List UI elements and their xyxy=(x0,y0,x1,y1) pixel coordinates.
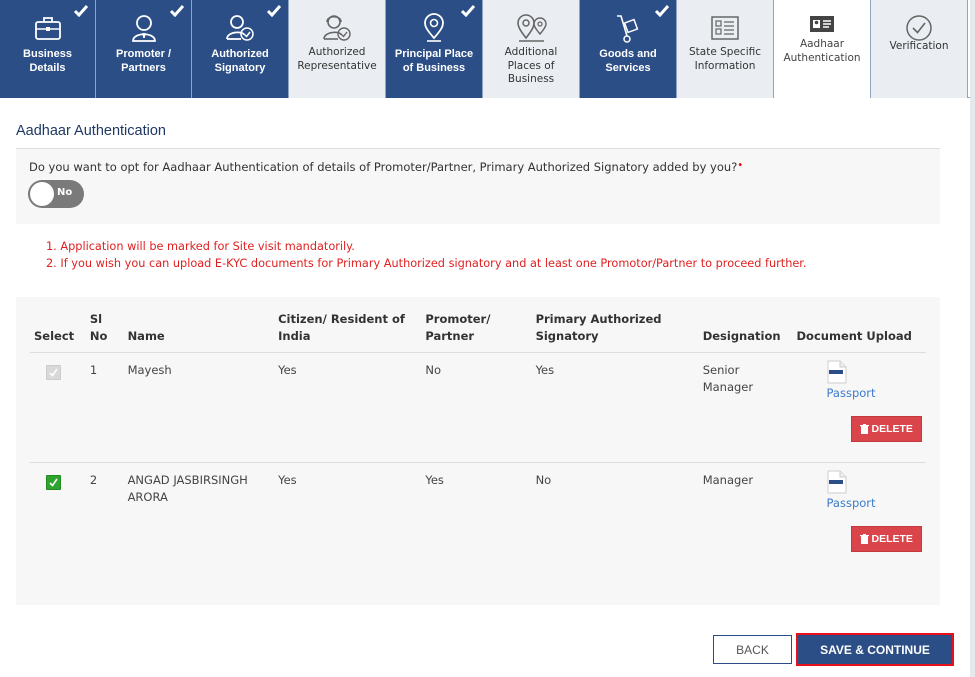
required-marker: • xyxy=(737,160,744,171)
step-aadhaar-authentication[interactable]: Aadhaar Authentication xyxy=(774,0,871,98)
jpeg-file-icon[interactable] xyxy=(827,360,847,384)
step-principal-place[interactable]: Principal Place of Business xyxy=(386,0,483,98)
members-table-panel: Select Sl No Name Citizen/ Resident of I… xyxy=(16,297,940,605)
save-continue-button[interactable]: SAVE & CONTINUE xyxy=(796,633,954,666)
hand-truck-icon xyxy=(610,12,646,44)
cell-document: Passport DELETE xyxy=(793,463,926,573)
briefcase-icon xyxy=(30,12,66,44)
step-label: State Specific Information xyxy=(689,46,761,72)
aadhaar-opt-panel: Do you want to opt for Aadhaar Authentic… xyxy=(16,148,940,224)
location-pin-icon xyxy=(416,12,452,44)
step-label: Verification xyxy=(889,40,949,52)
opt-question: Do you want to opt for Aadhaar Authentic… xyxy=(29,160,743,174)
cell-document: Passport DELETE xyxy=(792,352,926,463)
passport-link[interactable]: Passport xyxy=(827,495,876,512)
person-check-icon xyxy=(222,12,258,44)
step-goods-services[interactable]: Goods and Services xyxy=(580,0,677,98)
check-icon xyxy=(461,5,475,17)
notes: 1. Application will be marked for Site v… xyxy=(46,238,807,272)
check-icon xyxy=(74,5,88,17)
cell-designation: Manager xyxy=(702,473,754,487)
step-promoter-partners[interactable]: Promoter / Partners xyxy=(96,0,192,98)
toggle-label: No xyxy=(57,187,73,198)
cell-sl-no: 1 xyxy=(85,352,124,463)
step-business-details[interactable]: Business Details xyxy=(0,0,96,98)
table-row: 1 Mayesh Yes No Yes Senior Manager Passp… xyxy=(30,352,926,463)
header-designation: Designation xyxy=(698,311,793,353)
jpeg-file-icon[interactable] xyxy=(827,470,847,494)
cell-sl-no: 2 xyxy=(89,473,98,487)
step-label: Authorized Signatory xyxy=(211,48,269,74)
step-additional-places[interactable]: Additional Places of Business xyxy=(483,0,580,98)
header-promoter: Promoter/ Partner xyxy=(421,311,532,353)
step-label: Promoter / Partners xyxy=(115,48,171,74)
cell-citizen: Yes xyxy=(278,473,297,487)
delete-button[interactable]: DELETE xyxy=(850,526,922,552)
cell-primary-signatory: No xyxy=(535,473,552,487)
cell-citizen: Yes xyxy=(274,352,422,463)
cell-promoter: Yes xyxy=(425,473,444,487)
trash-icon xyxy=(859,424,869,434)
header-name: Name xyxy=(123,311,275,353)
person-headset-check-icon xyxy=(319,12,355,44)
trash-icon xyxy=(859,534,869,544)
step-label: Aadhaar Authentication xyxy=(783,38,861,64)
scrollbar[interactable] xyxy=(970,0,975,677)
select-checkbox xyxy=(46,365,61,380)
check-icon xyxy=(655,5,669,17)
info-list-icon xyxy=(707,12,743,44)
section-title: Aadhaar Authentication xyxy=(16,123,166,139)
header-document-upload: Document Upload xyxy=(792,311,926,353)
header-sl-no: Sl No xyxy=(85,311,124,353)
note-item: 2. If you wish you can upload E-KYC docu… xyxy=(46,257,807,270)
cell-primary-signatory: Yes xyxy=(531,352,699,463)
step-tabs: Business Details Promoter / Partners Aut… xyxy=(0,0,970,98)
step-label: Authorized Representative xyxy=(297,46,377,72)
toggle-knob xyxy=(30,182,54,206)
delete-button[interactable]: DELETE xyxy=(850,416,922,442)
header-primary-signatory: Primary Authorized Signatory xyxy=(531,311,699,353)
check-icon xyxy=(267,5,281,17)
id-card-icon xyxy=(804,8,840,40)
note-item: 1. Application will be marked for Site v… xyxy=(46,240,355,253)
cell-designation: Senior Manager xyxy=(698,352,793,463)
passport-link[interactable]: Passport xyxy=(827,385,876,402)
cell-promoter: No xyxy=(421,352,532,463)
check-icon xyxy=(170,5,184,17)
opt-question-text: Do you want to opt for Aadhaar Authentic… xyxy=(29,160,738,174)
select-checkbox[interactable] xyxy=(46,475,61,490)
step-label: Principal Place of Business xyxy=(394,48,474,74)
step-authorized-signatory[interactable]: Authorized Signatory xyxy=(192,0,289,98)
members-table: Select Sl No Name Citizen/ Resident of I… xyxy=(30,311,926,573)
step-state-specific[interactable]: State Specific Information xyxy=(677,0,774,98)
step-label: Business Details xyxy=(23,48,72,74)
cell-name: ANGAD JASBIRSINGH ARORA xyxy=(127,473,248,504)
header-citizen: Citizen/ Resident of India xyxy=(274,311,422,353)
back-button[interactable]: BACK xyxy=(713,635,792,664)
step-verification[interactable]: Verification xyxy=(871,0,968,98)
aadhaar-opt-toggle[interactable]: No xyxy=(28,180,84,208)
person-icon xyxy=(126,12,162,44)
delete-label: DELETE xyxy=(871,423,913,435)
table-row: 2 ANGAD JASBIRSINGH ARORA Yes Yes No Man… xyxy=(30,463,926,573)
cell-name: Mayesh xyxy=(123,352,275,463)
header-select: Select xyxy=(30,311,86,353)
step-authorized-representative[interactable]: Authorized Representative xyxy=(289,0,386,98)
step-label: Goods and Services xyxy=(599,48,657,74)
multiple-pins-icon xyxy=(513,12,549,44)
step-label: Additional Places of Business xyxy=(504,46,558,85)
table-header-row: Select Sl No Name Citizen/ Resident of I… xyxy=(30,311,926,353)
delete-label: DELETE xyxy=(871,533,913,545)
